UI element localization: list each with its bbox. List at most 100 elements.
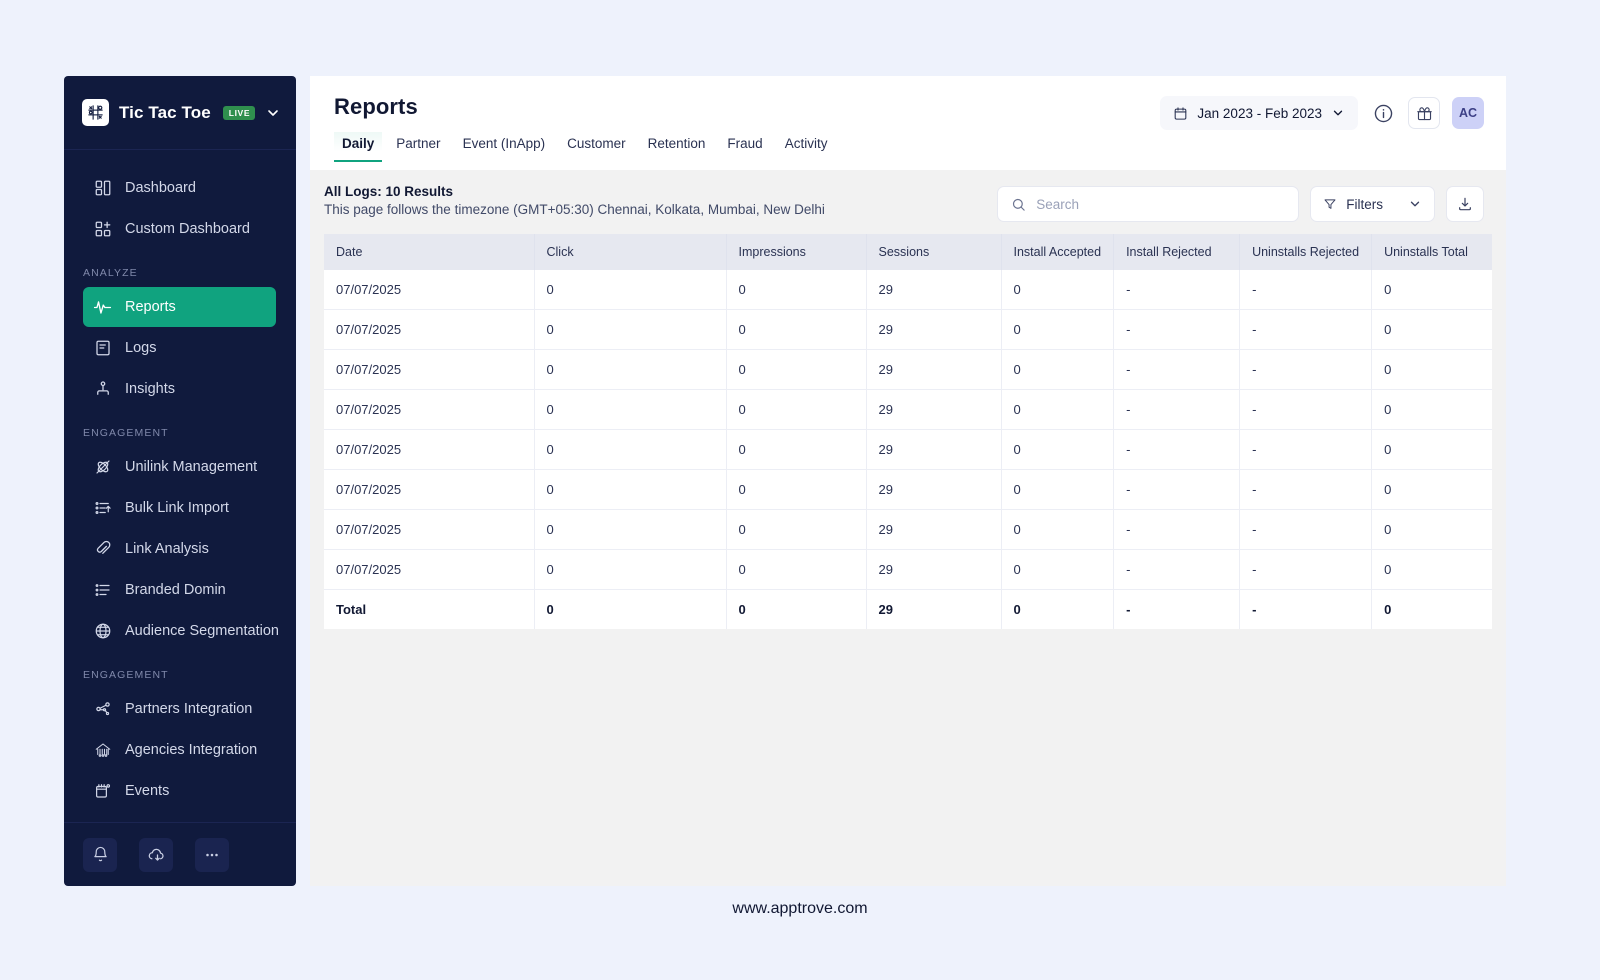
timezone-note: This page follows the timezone (GMT+05:3… — [324, 202, 825, 217]
column-header-uninstalls-rejected[interactable]: Uninstalls Rejected — [1239, 234, 1373, 270]
cell-impressions: 0 — [726, 349, 867, 390]
table-row[interactable]: 07/07/2025 0 0 29 0 - - 0 — [324, 270, 1492, 310]
cell-uninstalls-total: 0 — [1371, 549, 1492, 590]
cell-install-accepted: 0 — [1001, 469, 1115, 510]
sidebar-item-label: Unilink Management — [125, 459, 258, 475]
cell-install-accepted: 0 — [1001, 349, 1115, 390]
sidebar-item-bulk-link-import[interactable]: Bulk Link Import — [83, 488, 276, 528]
sidebar-item-custom-dashboard[interactable]: Custom Dashboard — [83, 209, 276, 249]
cell-impressions: 0 — [726, 270, 867, 310]
sidebar-item-label: Events — [125, 783, 170, 799]
column-header-sessions[interactable]: Sessions — [866, 234, 1002, 270]
table-toolbar: All Logs: 10 Results This page follows t… — [310, 170, 1506, 234]
sidebar-item-logs[interactable]: Logs — [83, 328, 276, 368]
partners-icon — [93, 700, 112, 719]
reports-table: Date Click Impressions Sessions Install … — [324, 234, 1492, 629]
tab-retention[interactable]: Retention — [640, 132, 714, 162]
sidebar-item-reports[interactable]: Reports — [83, 287, 276, 327]
table-row[interactable]: 07/07/2025 0 0 29 0 - - 0 — [324, 549, 1492, 590]
chevron-down-icon[interactable] — [265, 105, 281, 121]
cloud-download-icon[interactable] — [139, 837, 173, 872]
cell-uninstalls-total: 0 — [1371, 349, 1492, 390]
column-header-click[interactable]: Click — [534, 234, 727, 270]
sidebar-section-engagement-1: ENGAGEMENT — [83, 427, 169, 439]
calendar-icon — [1173, 106, 1188, 121]
tab-daily[interactable]: Daily — [334, 132, 383, 162]
table-row[interactable]: 07/07/2025 0 0 29 0 - - 0 — [324, 469, 1492, 510]
cell-date: 07/07/2025 — [324, 429, 535, 470]
cell-uninstalls-total: 0 — [1371, 309, 1492, 350]
more-horizontal-icon[interactable] — [195, 837, 229, 872]
cell-uninstalls-rejected: - — [1239, 389, 1373, 430]
search-icon — [1011, 197, 1026, 212]
cell-click: 0 — [534, 429, 727, 470]
total-label: Total — [324, 589, 535, 629]
cell-sessions: 29 — [866, 309, 1002, 350]
table-row[interactable]: 07/07/2025 0 0 29 0 - - 0 — [324, 309, 1492, 350]
tab-event-inapp[interactable]: Event (InApp) — [455, 132, 554, 162]
sidebar-item-partners-integration[interactable]: Partners Integration — [83, 689, 276, 729]
cell-impressions: 0 — [726, 509, 867, 550]
cell-impressions: 0 — [726, 549, 867, 590]
chevron-down-icon — [1331, 106, 1345, 120]
tab-activity[interactable]: Activity — [777, 132, 836, 162]
cell-install-rejected: - — [1113, 509, 1241, 550]
table-row[interactable]: 07/07/2025 0 0 29 0 - - 0 — [324, 389, 1492, 430]
sidebar-item-audience-segmentation[interactable]: Audience Segmentation — [83, 611, 279, 651]
brand-switcher[interactable]: Tic Tac Toe LIVE — [64, 76, 296, 150]
sidebar-item-label: Partners Integration — [125, 701, 253, 717]
avatar[interactable]: AC — [1452, 97, 1484, 129]
column-header-install-accepted[interactable]: Install Accepted — [1001, 234, 1115, 270]
sidebar-item-branded-domin[interactable]: Branded Domin — [83, 570, 276, 610]
cell-click: 0 — [534, 469, 727, 510]
download-button[interactable] — [1446, 186, 1484, 222]
cell-uninstalls-rejected: - — [1239, 349, 1373, 390]
logs-icon — [93, 339, 112, 358]
column-header-impressions[interactable]: Impressions — [726, 234, 867, 270]
main-content: Reports Daily Partner Event (InApp) Cust… — [310, 76, 1506, 886]
dashboard-icon — [93, 179, 112, 198]
table-row[interactable]: 07/07/2025 0 0 29 0 - - 0 — [324, 349, 1492, 390]
funnel-icon — [1323, 197, 1337, 211]
tab-partner[interactable]: Partner — [388, 132, 448, 162]
tab-customer[interactable]: Customer — [559, 132, 634, 162]
cell-uninstalls-rejected: - — [1239, 309, 1373, 350]
cell-uninstalls-rejected: - — [1239, 469, 1373, 510]
date-range-label: Jan 2023 - Feb 2023 — [1197, 105, 1322, 121]
cell-impressions: 0 — [726, 389, 867, 430]
sidebar-item-dashboard[interactable]: Dashboard — [83, 168, 276, 208]
sidebar-item-insights[interactable]: Insights — [83, 369, 276, 409]
cell-sessions: 29 — [866, 469, 1002, 510]
sidebar-item-unilink-management[interactable]: Unilink Management — [83, 447, 276, 487]
info-icon[interactable] — [1370, 100, 1396, 126]
cell-date: 07/07/2025 — [324, 549, 535, 590]
gift-icon[interactable] — [1408, 97, 1440, 129]
cell-uninstalls-rejected: - — [1239, 429, 1373, 470]
header-actions: Jan 2023 - Feb 2023 AC — [1160, 96, 1484, 130]
tab-fraud[interactable]: Fraud — [719, 132, 770, 162]
search-box[interactable] — [997, 186, 1300, 222]
column-header-install-rejected[interactable]: Install Rejected — [1113, 234, 1241, 270]
column-header-date[interactable]: Date — [324, 234, 535, 270]
sidebar-item-events[interactable]: Events — [83, 771, 276, 811]
cell-uninstalls-total: 0 — [1371, 389, 1492, 430]
table-head: Date Click Impressions Sessions Install … — [324, 234, 1492, 270]
cell-sessions: 29 — [866, 509, 1002, 550]
table-row[interactable]: 07/07/2025 0 0 29 0 - - 0 — [324, 429, 1492, 470]
search-input[interactable] — [1036, 196, 1286, 212]
filters-button[interactable]: Filters — [1310, 186, 1435, 222]
cell-click: 0 — [534, 349, 727, 390]
cell-date: 07/07/2025 — [324, 469, 535, 510]
cell-uninstalls-total: 0 — [1371, 270, 1492, 310]
cell-date: 07/07/2025 — [324, 389, 535, 430]
sidebar-item-link-analysis[interactable]: Link Analysis — [83, 529, 276, 569]
table-row[interactable]: 07/07/2025 0 0 29 0 - - 0 — [324, 509, 1492, 550]
table-header-row: Date Click Impressions Sessions Install … — [324, 234, 1492, 270]
link-icon — [93, 540, 112, 559]
column-header-uninstalls-total[interactable]: Uninstalls Total — [1371, 234, 1492, 270]
insights-icon — [93, 380, 112, 399]
bell-icon[interactable] — [83, 837, 117, 872]
sidebar-item-agencies-integration[interactable]: Agencies Integration — [83, 730, 276, 770]
agencies-icon — [93, 741, 112, 760]
date-range-picker[interactable]: Jan 2023 - Feb 2023 — [1160, 96, 1358, 130]
